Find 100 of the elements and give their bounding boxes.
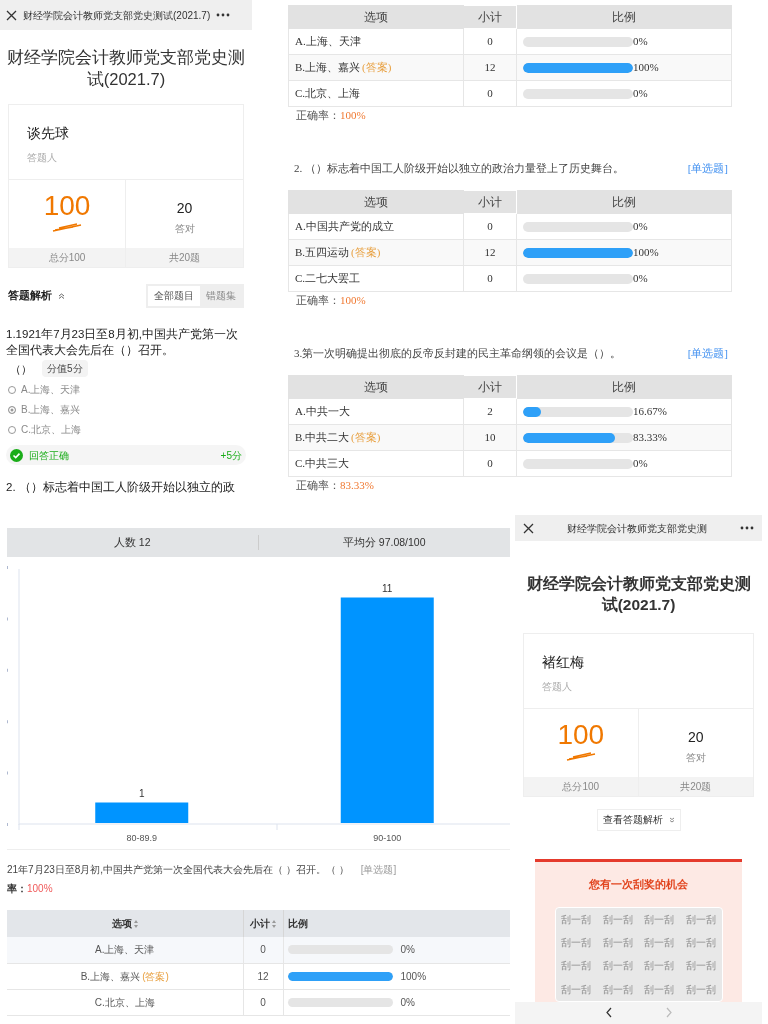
option-label: C.北京、上海 — [21, 423, 81, 438]
answer-tag: (答案) — [362, 61, 392, 74]
more-icon[interactable] — [216, 13, 231, 17]
check-circle-icon — [10, 448, 23, 462]
answer-tag: (答案) — [142, 970, 169, 982]
percent-text: 100% — [633, 245, 659, 261]
option-label: A.上海、天津 — [95, 944, 155, 956]
percent-text: 100% — [400, 969, 427, 984]
radio-button[interactable] — [8, 385, 16, 394]
correct-count: 20 — [176, 199, 193, 218]
option-label: B.中共二大 — [295, 431, 350, 444]
table-cell: 0 — [463, 213, 517, 240]
scribble-icon — [51, 222, 83, 232]
participant-count: 人数 12 — [7, 534, 259, 551]
column-header: 比例 — [283, 910, 510, 937]
column-header: 比例 — [516, 190, 732, 214]
page-title: 财经学院会计教师党支部党史测 — [567, 521, 707, 536]
option-label: B.上海、嘉兴 — [295, 61, 361, 74]
total-score: 总分100 — [524, 777, 639, 796]
column-header[interactable]: 小计 — [243, 910, 283, 937]
option-label: A.上海、天津 — [295, 35, 361, 48]
percent-text: 0% — [400, 943, 415, 958]
percent-text: 0% — [400, 995, 415, 1010]
option-label: C.北京、上海 — [94, 996, 155, 1008]
option-label: C.中共三大 — [295, 457, 350, 470]
option-label: C.二七大罢工 — [295, 272, 361, 285]
percent-text: 83.33% — [633, 430, 667, 446]
respondent-name: 谈先球 — [27, 124, 70, 143]
column-header: 选项 — [288, 5, 464, 29]
table-cell: 0 — [463, 80, 517, 107]
table-cell: 10 — [463, 424, 517, 451]
radio-button[interactable] — [8, 425, 16, 434]
table-cell: 0 — [243, 989, 283, 1015]
respondent-name: 褚红梅 — [542, 653, 585, 672]
column-header: 选项 — [288, 375, 464, 399]
column-header[interactable]: 选项 — [7, 910, 243, 937]
option-label: A.上海、天津 — [21, 383, 81, 398]
score-value: 100 — [43, 190, 91, 222]
points-earned: +5分 — [220, 448, 242, 463]
column-header: 比例 — [516, 5, 732, 29]
percent-text: 0% — [633, 34, 648, 50]
column-header: 比例 — [516, 375, 732, 399]
score-value: 100 — [557, 719, 605, 751]
close-icon[interactable] — [523, 522, 534, 534]
category-label: 90-100 — [373, 833, 402, 843]
question-type-tag: [单选题] — [687, 344, 728, 361]
quiz-title: 财经学院会计教师党支部党史测试(2021.7) — [525, 574, 752, 615]
column-header: 选项 — [288, 190, 464, 214]
answer-blank: （） — [10, 361, 32, 377]
question-text: 2. （）标志着中国工人阶级开始以独立的政 — [5, 480, 236, 496]
prize-heading: 您有一次刮奖的机会 — [589, 877, 688, 892]
percent-text: 0% — [633, 271, 648, 287]
answer-tag: (答案) — [351, 246, 381, 259]
percent-text: 0% — [633, 86, 648, 102]
option-label: A.中国共产党的成立 — [295, 220, 394, 233]
close-icon[interactable] — [6, 9, 17, 21]
percent-text: 16.67% — [633, 404, 667, 420]
option-label: C.北京、上海 — [295, 87, 361, 100]
correct-label: 答对 — [174, 222, 195, 236]
percent-text: 0% — [633, 456, 648, 472]
accuracy-value: 83.33% — [340, 478, 374, 493]
percent-text: 100% — [633, 60, 659, 76]
column-header: 小计 — [463, 5, 517, 29]
question-total: 共20题 — [167, 251, 202, 265]
percent-text: 0% — [633, 219, 648, 235]
table-cell: 0 — [463, 28, 517, 55]
section-heading: 答题解析 — [8, 288, 52, 304]
correct-count: 20 — [687, 728, 704, 747]
table-cell: 0 — [463, 265, 517, 292]
option-label: A.中共一大 — [295, 405, 350, 418]
page-title: 财经学院会计教师党支部党史测试(2021.7) — [23, 8, 211, 23]
table-cell: 12 — [463, 239, 517, 266]
question-text: 21年7月23日至8月初,中国共产党第一次全国代表大会先后在（ ）召开。（ ） — [7, 863, 349, 877]
category-label: 80-89.9 — [126, 833, 157, 843]
column-header: 小计 — [463, 190, 517, 214]
accuracy-label: 正确率： — [296, 478, 340, 493]
filter-tab[interactable]: 全部题目 — [148, 286, 200, 307]
scribble-icon — [564, 751, 597, 761]
data-label: 11 — [382, 582, 393, 594]
more-icon[interactable] — [740, 526, 754, 530]
table-cell: 0 — [463, 450, 517, 477]
accuracy-value: 100% — [27, 882, 53, 896]
total-score: 总分100 — [9, 248, 126, 267]
column-header: 小计 — [463, 375, 517, 399]
question-type-tag: [单选题] — [687, 159, 728, 176]
result-text: 回答正确 — [29, 448, 69, 463]
collapse-chevron-icon[interactable] — [58, 293, 65, 300]
radio-button[interactable] — [8, 405, 16, 414]
back-icon[interactable] — [605, 1007, 612, 1019]
table-cell: 12 — [463, 54, 517, 81]
table-cell: 0 — [243, 937, 283, 963]
accuracy-value: 100% — [340, 293, 366, 308]
respondent-label: 答题人 — [542, 680, 573, 694]
double-chevron-icon — [668, 817, 675, 823]
view-analysis-button[interactable]: 查看答题解析 — [596, 809, 681, 831]
option-label: B.上海、嘉兴 — [21, 403, 81, 418]
option-label: B.五四运动 — [295, 246, 350, 259]
data-label: 1 — [138, 787, 145, 799]
accuracy-label: 正确率： — [296, 293, 340, 308]
option-label: B.上海、嘉兴 — [80, 970, 141, 982]
